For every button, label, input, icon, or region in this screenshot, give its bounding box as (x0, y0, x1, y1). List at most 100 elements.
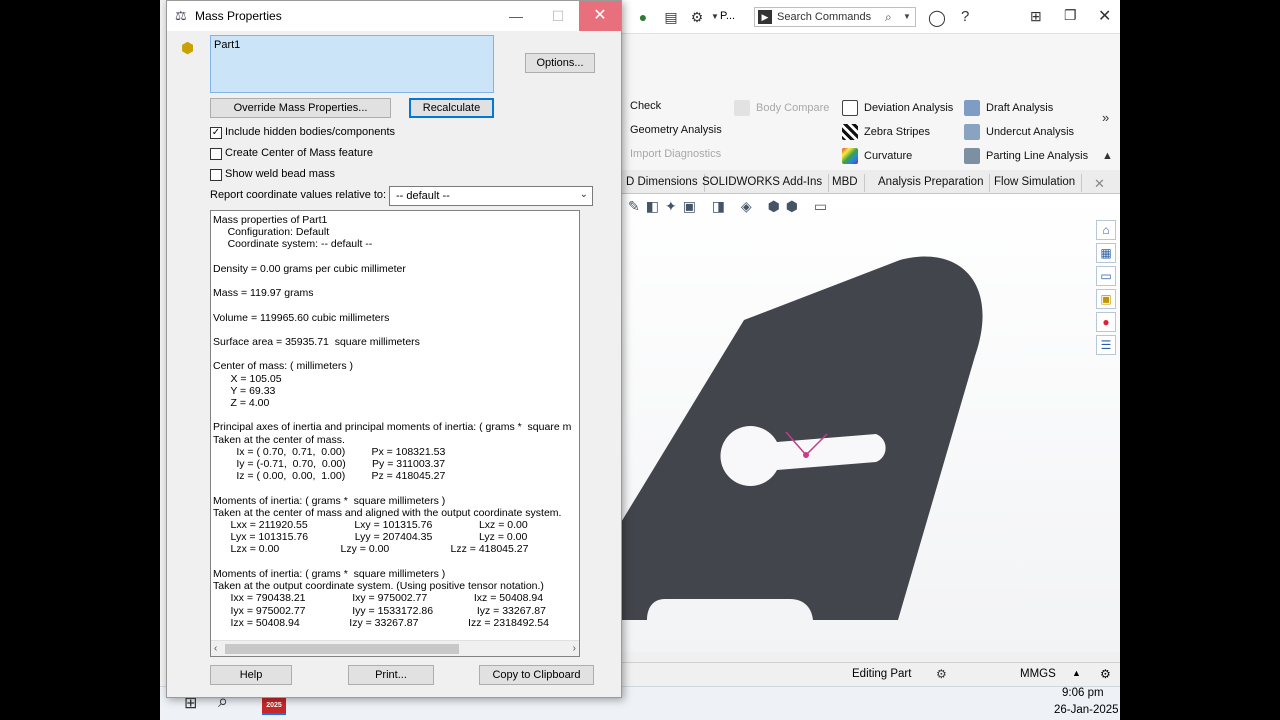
results-line: Mass = 119.97 grams (213, 287, 314, 300)
search-input[interactable]: Search Commands (777, 11, 871, 23)
tab-solidworks-add-ins[interactable]: SOLIDWORKS Add-Ins (696, 174, 830, 192)
help-button[interactable]: Help (210, 665, 292, 685)
tab-analysis-preparation[interactable]: Analysis Preparation (872, 174, 991, 192)
ribbon-deviation-analysis[interactable]: Deviation Analysis (842, 100, 953, 118)
dialog-titlebar[interactable]: ⚖ Mass Properties — ☐ ✕ (167, 1, 621, 31)
results-line: Z = 4.00 (213, 397, 270, 410)
units-up-icon[interactable]: ▲ (1072, 668, 1081, 678)
traffic-light-icon[interactable]: ● (634, 8, 652, 26)
ribbon-geometry-analysis[interactable]: Geometry Analysis (630, 124, 722, 142)
ribbon-undercut-analysis[interactable]: Undercut Analysis (964, 124, 1074, 142)
center-of-mass-marker (803, 452, 809, 458)
restore-panel-icon[interactable]: ⊞ (1030, 8, 1042, 25)
mass-properties-icon: ⚖ (175, 8, 187, 23)
results-line (213, 348, 571, 360)
ribbon-draft-analysis[interactable]: Draft Analysis (964, 100, 1053, 118)
recalculate-button[interactable]: Recalculate (409, 98, 494, 118)
tabs-close-icon[interactable]: ✕ (1094, 176, 1105, 192)
selection-list[interactable]: Part1 (210, 35, 494, 93)
close-button[interactable]: ✕ (579, 1, 621, 31)
home-icon[interactable]: ⌂ (1096, 220, 1116, 240)
checkbox-unchecked-icon[interactable] (210, 169, 222, 181)
results-line: Ixx = 790438.21 Ixy = 975002.77 Ixz = 50… (213, 592, 544, 605)
design-library-icon[interactable]: ▦ (1096, 243, 1116, 263)
results-line: Principal axes of inertia and principal … (213, 421, 572, 434)
results-line: Lyx = 101315.76 Lyy = 207404.35 Lyz = 0.… (213, 531, 528, 544)
curvature-icon (842, 148, 858, 164)
results-line (213, 275, 571, 287)
rebuild-icon[interactable]: ⚙ (936, 667, 947, 681)
ribbon-body-compare[interactable]: Body Compare (734, 100, 829, 118)
scroll-left-icon[interactable]: ‹ (214, 643, 217, 654)
coordinate-system-value: -- default -- (396, 190, 450, 202)
checkbox-checked-icon[interactable]: ✓ (210, 127, 222, 139)
scroll-right-icon[interactable]: › (573, 643, 576, 654)
search-icon[interactable]: ⌕ (885, 10, 892, 25)
minimize-button[interactable]: — (495, 1, 537, 31)
search-dropdown-icon[interactable]: ▼ (903, 12, 911, 21)
ribbon-parting-line-analysis[interactable]: Parting Line Analysis (964, 148, 1088, 166)
results-line: Iy = (-0.71, 0.70, 0.00) Py = 311003.37 (213, 458, 446, 471)
user-icon[interactable]: ◯ (928, 8, 946, 28)
ribbon-check-label: Check (630, 100, 662, 113)
scroll-thumb[interactable] (225, 644, 459, 654)
selection-icon: ⬢ (181, 40, 195, 57)
graphics-area[interactable]: ✎◧✦▣ ◨ ◈ ⬢⬢ ▭ (620, 194, 1120, 652)
results-line: Iyx = 975002.77 Iyy = 1533172.86 Iyz = 3… (213, 604, 547, 617)
ribbon-collapse-icon[interactable]: ▲ (1102, 150, 1113, 162)
results-textbox[interactable]: Mass properties of Part1 Configuration: … (210, 210, 580, 657)
ribbon-parting-line-analysis-label: Parting Line Analysis (986, 150, 1089, 162)
appearances-icon[interactable]: ● (1096, 312, 1116, 332)
horizontal-scrollbar[interactable]: ‹ › (211, 640, 579, 656)
results-line: Mass properties of Part1 (213, 214, 328, 226)
ribbon-more-icon[interactable]: » (1102, 110, 1109, 125)
results-line: Lxx = 211920.55 Lxy = 101315.76 Lxz = 0.… (213, 519, 528, 532)
checkbox-label: Create Center of Mass feature (225, 147, 373, 159)
results-line: Taken at the center of mass. (213, 433, 345, 446)
units-status[interactable]: MMGS (1020, 668, 1056, 680)
gear-icon[interactable]: ⚙ (688, 8, 706, 26)
override-mass-properties-button[interactable]: Override Mass Properties... (210, 98, 391, 118)
copy-to-clipboard-button[interactable]: Copy to Clipboard (479, 665, 594, 685)
ribbon-body-compare-label: Body Compare (756, 102, 830, 114)
part-body (620, 256, 983, 620)
ribbon-check[interactable]: Check (630, 100, 661, 118)
file-explorer-icon[interactable]: ▭ (1096, 266, 1116, 286)
file-properties-icon[interactable]: ▤ (662, 8, 680, 26)
results-line: Taken at the output coordinate system. (… (213, 580, 544, 593)
chevron-down-icon[interactable]: ⌄ (580, 189, 588, 200)
coordinate-system-select[interactable]: -- default -- ⌄ (389, 186, 593, 206)
sw-search-logo-icon: ▶ (758, 10, 772, 24)
clock-time[interactable]: 9:06 pm (1062, 687, 1104, 699)
results-line: Izx = 50408.94 Izy = 33267.87 Izz = 2318… (213, 616, 549, 629)
ribbon-curvature[interactable]: Curvature (842, 148, 912, 166)
toolbar-p-label[interactable]: P... (720, 10, 735, 22)
window-close-icon[interactable]: ✕ (1098, 6, 1111, 26)
draft-analysis-icon (964, 100, 980, 116)
ribbon-deviation-analysis-label: Deviation Analysis (864, 102, 954, 114)
maximize-button[interactable]: ☐ (537, 1, 579, 31)
customize-icon[interactable]: ⚙ (1100, 667, 1111, 681)
custom-properties-icon[interactable]: ☰ (1096, 335, 1116, 355)
ribbon-undercut-analysis-label: Undercut Analysis (986, 126, 1075, 138)
results-line: Density = 0.00 grams per cubic millimete… (213, 262, 406, 275)
ribbon-zebra-stripes[interactable]: Zebra Stripes (842, 124, 930, 142)
coordinate-system-label: Report coordinate values relative to: (210, 189, 387, 201)
ribbon-import-diagnostics[interactable]: Import Diagnostics (630, 148, 721, 166)
print-button[interactable]: Print... (348, 665, 434, 685)
tab-dimensions[interactable]: D Dimensions (620, 174, 705, 192)
checkbox-unchecked-icon[interactable] (210, 148, 222, 160)
zebra-stripes-icon (842, 124, 858, 140)
checkbox-label: Include hidden bodies/components (225, 126, 396, 138)
options-button[interactable]: Options... (525, 53, 595, 73)
tab-mbd[interactable]: MBD (826, 174, 865, 192)
search-commands-box[interactable]: ▶ Search Commands ⌕ ▼ (754, 7, 916, 27)
clock-date[interactable]: 26-Jan-2025 (1054, 704, 1119, 716)
help-icon[interactable]: ? (961, 8, 969, 25)
parting-line-analysis-icon (964, 148, 980, 164)
selected-item[interactable]: Part1 (214, 39, 240, 51)
view-palette-icon[interactable]: ▣ (1096, 289, 1116, 309)
tab-flow-simulation[interactable]: Flow Simulation (988, 174, 1083, 192)
results-line: Iz = ( 0.00, 0.00, 1.00) Pz = 418045.27 (213, 470, 446, 483)
window-restore-icon[interactable]: ❐ (1064, 7, 1077, 24)
